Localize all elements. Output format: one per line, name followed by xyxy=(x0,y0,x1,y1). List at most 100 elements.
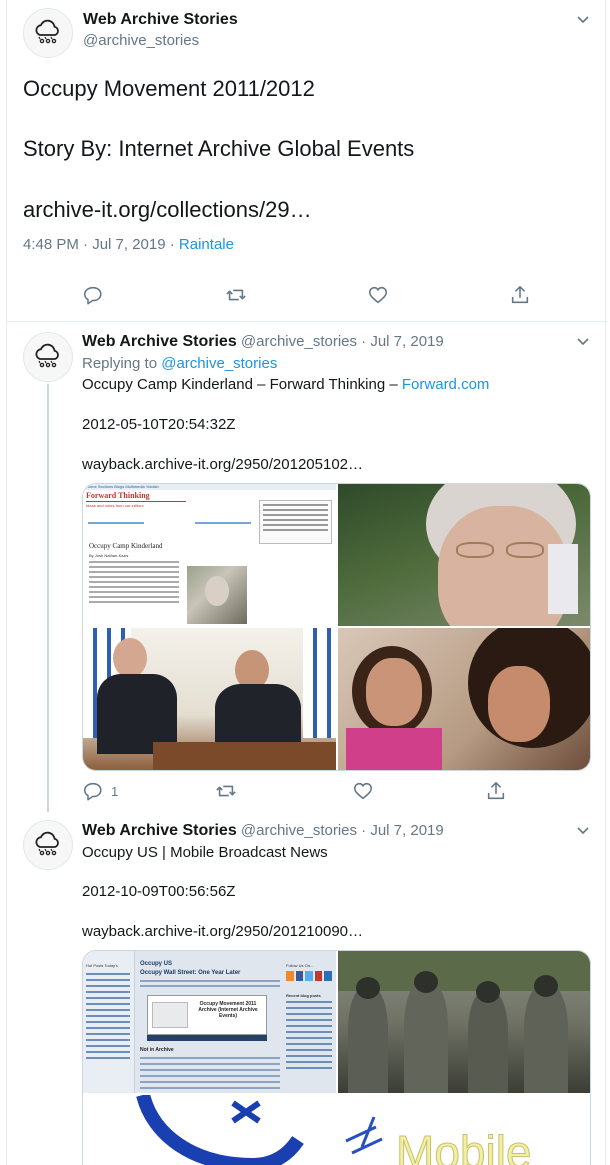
officer-4 xyxy=(524,985,568,1093)
glasses-left xyxy=(456,542,494,558)
avatar[interactable] xyxy=(23,8,73,58)
tweet-header: Web Archive Stories @archive_stories · J… xyxy=(82,822,444,840)
officer-1 xyxy=(348,987,388,1093)
officer-2 xyxy=(404,981,448,1093)
mobile-text: Mobile xyxy=(396,1126,533,1165)
person-left-head xyxy=(113,638,147,678)
thumb-archive-box: Occupy Movement 2011 Archive (Internet A… xyxy=(147,995,267,1035)
thumb-follow: Follow Us On... xyxy=(286,963,314,968)
podium xyxy=(153,742,336,770)
media-grid[interactable]: Home Sections Blogs Multimedia Yiddish F… xyxy=(82,483,591,771)
tweet-actions: 1 xyxy=(7,780,607,804)
author-handle[interactable]: @archive_stories xyxy=(83,32,199,49)
media-image-blue-logo[interactable] xyxy=(83,1095,336,1165)
thumb-logo: Forward Thinking xyxy=(86,491,150,500)
avatar[interactable] xyxy=(23,820,73,870)
thumb-recent-list xyxy=(286,1001,332,1073)
cloud-rain-avatar-icon xyxy=(35,19,59,44)
helmet-3 xyxy=(476,981,500,1003)
flag-right xyxy=(303,628,336,738)
chevron-down-icon[interactable] xyxy=(574,821,592,839)
media-image-webpage-screenshot[interactable]: Home Sections Blogs Multimedia Yiddish F… xyxy=(83,484,336,626)
replying-to: Replying to @archive_stories xyxy=(82,355,277,372)
tweet-title-link[interactable]: Forward.com xyxy=(402,376,490,393)
media-image-handshake[interactable] xyxy=(83,628,336,770)
share-icon[interactable] xyxy=(485,780,507,802)
author-handle[interactable]: @archive_stories xyxy=(241,822,357,839)
media-image-occupy-us-site[interactable]: Hot Posts Today's Occupy US Occupy Wall … xyxy=(83,951,336,1093)
cloud-rain-avatar-icon xyxy=(35,343,59,368)
tweet-title: Occupy US | Mobile Broadcast News xyxy=(82,844,328,861)
timeline-frame: Web Archive Stories @archive_stories Occ… xyxy=(6,0,607,1165)
signal-icon xyxy=(345,1116,383,1155)
thread-line xyxy=(47,384,49,812)
reply-tweet-1[interactable]: Web Archive Stories @archive_stories · J… xyxy=(7,322,607,812)
replying-to-handle[interactable]: @archive_stories xyxy=(161,355,277,372)
blue-swoosh-graphic xyxy=(136,1095,304,1165)
tweet-text-line-1: Occupy Movement 2011/2012 xyxy=(23,76,315,101)
thumb-text xyxy=(140,980,280,982)
tweet-date[interactable]: · Jul 7, 2019 xyxy=(361,822,444,839)
avatar[interactable] xyxy=(23,332,73,382)
background-bag xyxy=(548,544,578,614)
author-name[interactable]: Web Archive Stories xyxy=(82,333,237,350)
woman-left-shirt xyxy=(346,728,442,770)
woman-right-face xyxy=(488,666,550,742)
helmet-1 xyxy=(356,977,380,999)
author-handle[interactable]: @archive_stories xyxy=(241,333,357,350)
author-name[interactable]: Web Archive Stories xyxy=(82,822,237,839)
chevron-down-icon[interactable] xyxy=(574,332,592,350)
thumb-byline: By Josh Nathan-Kazis xyxy=(89,553,129,558)
retweet-icon[interactable] xyxy=(215,780,237,802)
helmet-2 xyxy=(414,971,438,993)
tweet-text-line-2: Story By: Internet Archive Global Events xyxy=(23,136,415,161)
chevron-down-icon[interactable] xyxy=(574,10,592,28)
thumb-box-title: Occupy Movement 2011 Archive (Internet A… xyxy=(198,1001,258,1019)
tweet-link[interactable]: archive-it.org/collections/29… xyxy=(23,197,312,223)
thumb-social-icons xyxy=(286,971,332,981)
main-tweet[interactable]: Web Archive Stories @archive_stories Occ… xyxy=(7,0,607,322)
media-grid[interactable]: Hot Posts Today's Occupy US Occupy Wall … xyxy=(82,950,591,1165)
thumb-left-column: Hot Posts Today's xyxy=(83,951,135,1093)
reply-count: 1 xyxy=(111,784,119,799)
reply-tweet-2[interactable]: Web Archive Stories @archive_stories · J… xyxy=(7,812,607,1165)
thumb-subtitle: Ideas and notes from our editors xyxy=(86,503,144,508)
media-image-two-women[interactable] xyxy=(338,628,590,770)
like-icon[interactable] xyxy=(367,284,389,306)
thumb-paragraph xyxy=(89,561,179,606)
thumb-photo xyxy=(187,566,247,624)
thumb-text xyxy=(140,985,280,987)
media-image-elderly-woman[interactable] xyxy=(338,484,590,626)
thumb-box-bar xyxy=(147,1035,267,1041)
replying-to-label: Replying to xyxy=(82,355,162,372)
author-name[interactable]: Web Archive Stories xyxy=(83,11,238,29)
reply-icon[interactable] xyxy=(82,780,104,802)
like-icon[interactable] xyxy=(352,780,374,802)
glasses-right xyxy=(506,542,544,558)
officer-3 xyxy=(468,991,508,1093)
share-icon[interactable] xyxy=(509,284,531,306)
woman-left-face xyxy=(366,658,422,726)
thumb-logo-rule xyxy=(86,501,186,502)
tweet-date[interactable]: · Jul 7, 2019 xyxy=(361,333,444,350)
helmet-4 xyxy=(534,975,558,997)
thumb-box-logo xyxy=(152,1002,188,1028)
thumb-headline: Occupy Wall Street: One Year Later xyxy=(140,970,241,976)
memento-datetime: 2012-10-09T00:56:56Z xyxy=(82,883,236,900)
thumb-recent: Recent blog posts xyxy=(286,993,321,998)
thumb-hot-posts: Hot Posts Today's xyxy=(86,963,118,968)
thumb-header: Occupy US xyxy=(140,961,173,967)
tweet-timestamp: 4:48 PM · Jul 7, 2019 · Raintale xyxy=(23,236,234,253)
wayback-link[interactable]: wayback.archive-it.org/2950/201210090… xyxy=(82,923,363,940)
retweet-icon[interactable] xyxy=(225,284,247,306)
tweet-source[interactable]: Raintale xyxy=(179,236,234,253)
thumb-not-in-archive: Not in Archive xyxy=(140,1047,174,1053)
tweet-time[interactable]: 4:48 PM · Jul 7, 2019 · xyxy=(23,236,179,253)
tweet-title: Occupy Camp Kinderland – Forward Thinkin… xyxy=(82,376,402,393)
tweet-header: Web Archive Stories @archive_stories · J… xyxy=(82,333,444,351)
media-image-mobile-broadcast[interactable]: Mobile xyxy=(338,1095,590,1165)
reply-icon[interactable] xyxy=(82,284,104,306)
memento-datetime: 2012-05-10T20:54:32Z xyxy=(82,416,236,433)
wayback-link[interactable]: wayback.archive-it.org/2950/201205102… xyxy=(82,456,363,473)
media-image-riot-police[interactable] xyxy=(338,951,590,1093)
